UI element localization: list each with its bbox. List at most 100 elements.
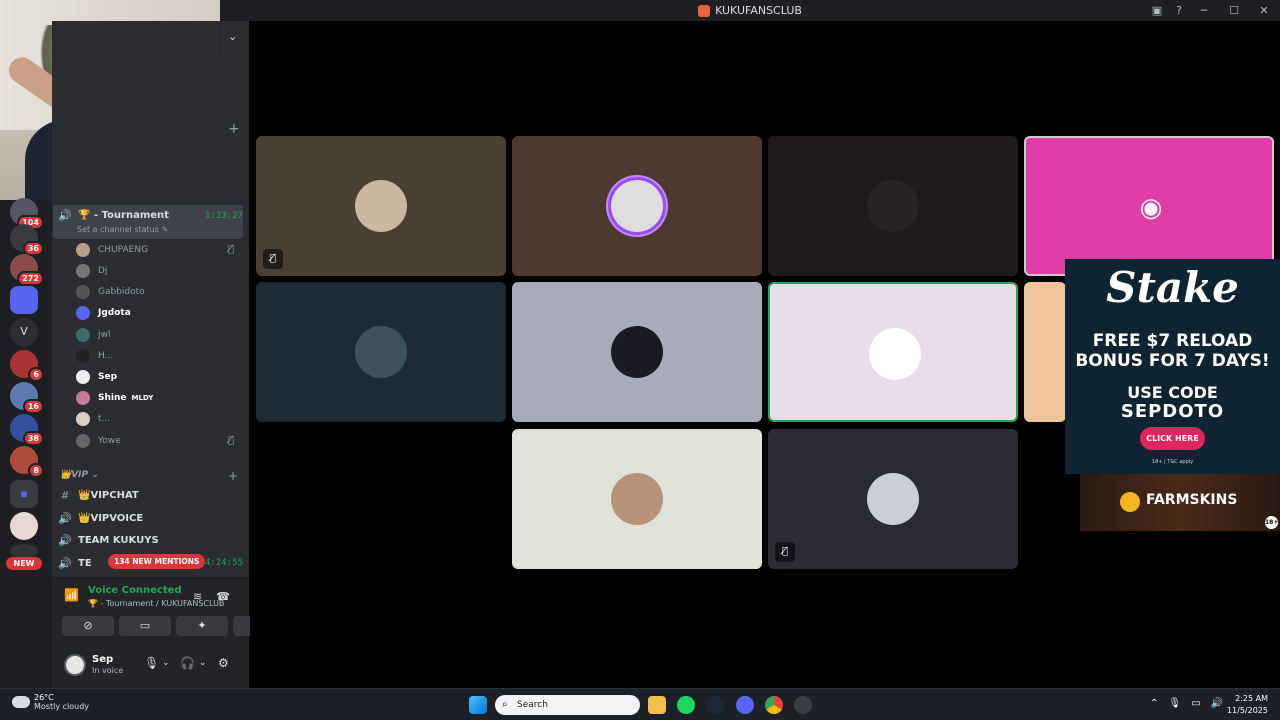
minimize-button[interactable]: ─ — [1196, 4, 1212, 17]
new-mentions-pill[interactable]: 134 NEW MENTIONS — [108, 554, 206, 569]
microphone-tray-icon[interactable]: 🎙 — [1168, 698, 1191, 709]
mention-badge: 272 — [17, 271, 44, 286]
channel-team-partial[interactable]: 🔊 TE — [58, 557, 92, 570]
voice-member[interactable]: Jgdota — [76, 306, 131, 320]
participant-tile[interactable] — [512, 429, 762, 569]
avatar — [76, 391, 90, 405]
camera-off-button[interactable]: ⊘ — [62, 616, 114, 636]
temperature: 26°C — [34, 693, 54, 702]
mention-badge: 38 — [22, 431, 44, 446]
date: 11/5/2025 — [1226, 706, 1268, 715]
start-icon[interactable] — [469, 696, 487, 714]
avatar[interactable] — [64, 654, 86, 676]
microphone-icon[interactable]: 🎙 — [144, 656, 159, 670]
server-icon-8[interactable] — [10, 512, 38, 540]
title-bar-controls: ▣ ? ─ ☐ ✕ — [1152, 0, 1272, 21]
search-box[interactable]: ⌕ Search — [495, 695, 640, 715]
server-icon-5[interactable]: 16 — [10, 382, 44, 414]
participant-tile[interactable] — [512, 136, 762, 276]
participant-tile[interactable] — [512, 282, 762, 422]
help-icon[interactable]: ? — [1176, 4, 1182, 17]
channel-vipvoice[interactable]: 🔊 👑VIPVOICE — [58, 512, 143, 525]
maximize-button[interactable]: ☐ — [1226, 4, 1242, 17]
voice-member[interactable]: Dj — [76, 264, 107, 278]
member-name: Dj — [98, 266, 108, 276]
participant-tile[interactable] — [256, 282, 506, 422]
window-title: KUKUFANSCLUB — [715, 4, 802, 17]
server-icon-1[interactable]: 104 — [10, 198, 44, 230]
category-vip[interactable]: 👑VIP ⌄ — [60, 470, 99, 480]
headphones-icon[interactable]: 🎧 — [180, 656, 195, 670]
participant-avatar — [611, 326, 663, 378]
participant-tile[interactable]: 🎙̸ — [256, 136, 506, 276]
chevron-down-icon[interactable]: ⌄ — [162, 658, 170, 668]
chevron-down-icon[interactable]: ⌄ — [199, 658, 207, 668]
voice-member[interactable]: Shine MLDY — [76, 391, 153, 405]
inbox-icon[interactable]: ▣ — [1152, 4, 1162, 17]
server-icon-9[interactable] — [10, 544, 38, 558]
participant-avatar — [611, 473, 663, 525]
username[interactable]: Sep — [92, 654, 113, 665]
participant-tile-speaking[interactable] — [768, 282, 1018, 422]
steam-icon[interactable] — [706, 696, 724, 714]
avatar — [76, 412, 90, 426]
server-icon-2[interactable]: 36 — [10, 224, 44, 256]
discord-window: KUKUFANSCLUB ▣ ? ─ ☐ ✕ 104 36 272 V 6 16… — [0, 0, 1280, 720]
server-icon-v[interactable]: V — [10, 318, 38, 346]
voice-member[interactable]: Gabbidoto — [76, 285, 145, 299]
share-screen-button[interactable]: ▭ — [119, 616, 171, 636]
discord-taskbar-icon[interactable] — [736, 696, 754, 714]
member-tag: MLDY — [131, 394, 154, 402]
folder-icon[interactable]: ▪ — [10, 480, 38, 508]
channel-vipchat[interactable]: # 👑VIPCHAT — [58, 489, 138, 502]
speaker-icon: 🔊 — [58, 534, 72, 547]
avatar — [76, 434, 90, 448]
participant-tile[interactable] — [768, 136, 1018, 276]
close-button[interactable]: ✕ — [1256, 4, 1272, 17]
voice-member[interactable]: H... — [76, 349, 113, 363]
channel-tournament[interactable]: 🔊 🏆 - Tournament — [58, 209, 169, 222]
file-explorer-icon[interactable] — [648, 696, 666, 714]
noise-suppression-icon[interactable]: ≋ — [193, 590, 216, 603]
participant-tile[interactable]: 🎙̸ — [768, 429, 1018, 569]
voice-member[interactable]: Sep — [76, 370, 117, 384]
app-icon[interactable] — [794, 696, 812, 714]
clock[interactable]: 2:25 AM 11/5/2025 — [1227, 693, 1268, 717]
add-channel-icon[interactable]: + — [228, 469, 238, 483]
server-icon-7[interactable]: 8 — [10, 446, 44, 478]
weather-widget[interactable]: 26°C Mostly cloudy — [12, 693, 89, 711]
gear-icon[interactable]: ⚙ — [218, 656, 229, 670]
chevron-up-icon[interactable]: ⌃ — [1150, 698, 1168, 709]
participant-tile[interactable] — [1024, 282, 1066, 422]
voice-member[interactable]: t... — [76, 412, 110, 426]
chrome-icon[interactable] — [765, 696, 783, 714]
server-icon-6[interactable]: 38 — [10, 414, 44, 446]
farmskins-ad[interactable]: FARMSKINS 18+ — [1080, 474, 1280, 531]
stake-ad[interactable]: Stake FREE $7 RELOAD BONUS FOR 7 DAYS! U… — [1065, 259, 1280, 474]
participant-avatar-speaking — [611, 180, 663, 232]
channel-team-kukuys[interactable]: 🔊 TEAM KUKUYS — [58, 534, 159, 547]
add-channel-icon[interactable]: + — [228, 121, 240, 137]
spotify-icon[interactable] — [677, 696, 695, 714]
server-rail: 104 36 272 V 6 16 38 8 ▪ NEW — [0, 198, 52, 688]
member-name: Shine — [98, 393, 127, 403]
channel-name: 🏆 - Tournament — [78, 210, 169, 221]
click-here-button[interactable]: CLICK HERE — [1140, 427, 1205, 450]
server-icon-3[interactable]: 272 — [10, 254, 44, 286]
voice-member[interactable]: jwl — [76, 328, 110, 342]
display-icon[interactable]: ▭ — [1191, 698, 1210, 709]
voice-timer: 4:24:55 — [205, 558, 243, 568]
disconnect-icon[interactable]: ☎ — [216, 590, 244, 603]
discord-server-icon[interactable] — [10, 286, 38, 314]
new-badge[interactable]: NEW — [6, 557, 42, 570]
voice-member[interactable]: Yowe — [76, 434, 121, 448]
signal-icon[interactable]: 📶 — [64, 588, 79, 602]
voice-member[interactable]: CHUPAENG — [76, 243, 148, 257]
participant-tile[interactable]: ◉ — [1024, 136, 1274, 276]
channel-status[interactable]: Set a channel status ✎ — [77, 225, 168, 234]
chevron-down-icon[interactable]: ⌄ — [228, 30, 237, 43]
system-tray: ⌃🎙▭🔊 — [1150, 698, 1233, 709]
server-icon-4[interactable]: 6 — [10, 350, 44, 382]
activities-button[interactable]: ✦ — [176, 616, 228, 636]
mention-badge: 8 — [28, 463, 44, 478]
